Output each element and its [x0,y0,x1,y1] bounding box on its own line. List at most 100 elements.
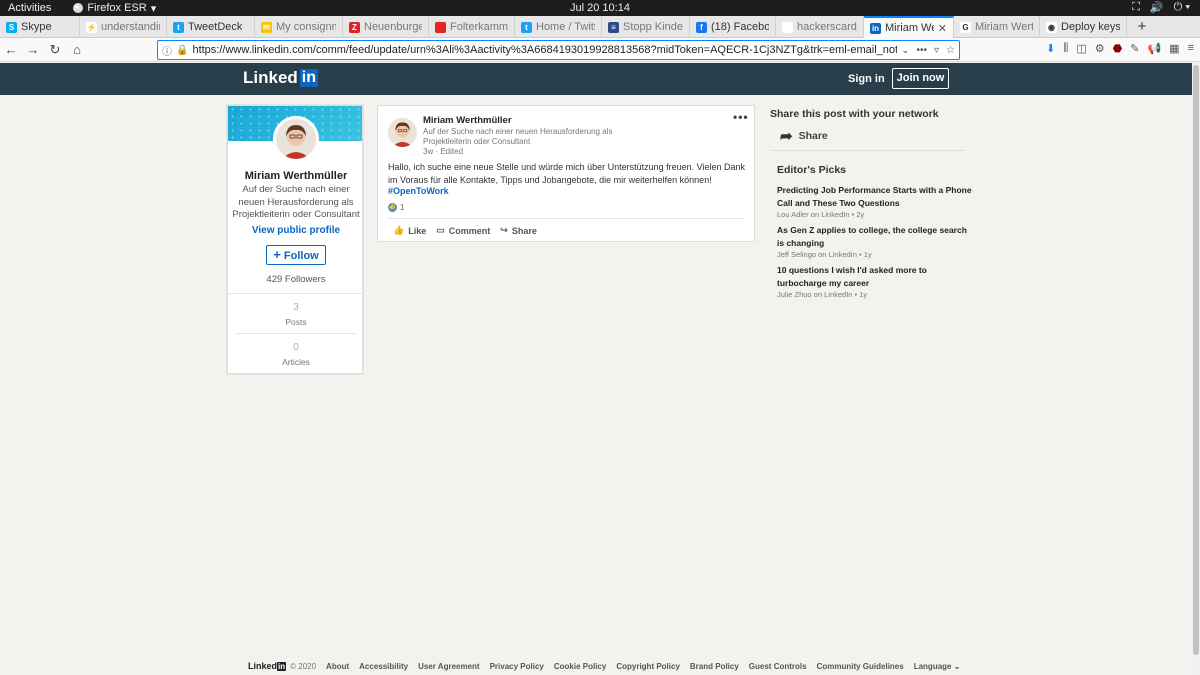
info-icon[interactable]: ⓘ [162,43,172,58]
comment-button[interactable]: ▭ Comment [436,225,490,236]
extension-puzzle-icon[interactable]: ▦ [1169,42,1179,55]
back-icon[interactable]: ← [0,42,22,57]
menu-icon[interactable]: ≡ [1188,42,1194,55]
post-hashtag[interactable]: #OpenToWork [388,186,449,196]
browser-tab[interactable]: in Miriam We ✕ [864,16,954,38]
url-text[interactable]: https://www.linkedin.com/comm/feed/updat… [192,44,897,56]
tab-title: My consignme [276,21,336,33]
tab-title: Folterkammer [450,21,508,33]
browser-tab[interactable]: G Miriam Werth [954,16,1040,38]
page-scrollbar[interactable] [1192,63,1200,675]
tab-title: Deploy keys [1061,21,1120,33]
browser-tab[interactable]: t TweetDeck [167,16,255,38]
share-button[interactable]: ↪ Share [500,225,537,236]
close-tab-icon[interactable]: ✕ [938,22,947,35]
reactions-count[interactable]: 👍 1 [388,203,404,212]
tab-favicon-icon: S [6,21,17,33]
downloads-icon[interactable]: ⬇ [1046,42,1055,55]
footer-link-user-agreement[interactable]: User Agreement [418,662,480,671]
tab-favicon-icon [782,21,793,33]
tab-favicon-icon: t [173,21,184,33]
articles-label[interactable]: Articles [228,357,364,367]
new-tab-button[interactable]: + [1127,16,1157,37]
tab-favicon-icon: t [521,21,532,33]
browser-tab[interactable]: t Home / Twitte [515,16,602,38]
chevron-down-icon[interactable]: ⌄ [901,45,909,56]
share-arrow-icon: ➦ [780,128,793,145]
browser-tab[interactable]: ⚡ understanding [80,16,167,38]
share-post-button[interactable]: ➦ Share [780,127,828,145]
tab-favicon-icon: f [696,21,707,33]
sign-in-link[interactable]: Sign in [848,73,885,85]
tab-favicon-icon [435,21,446,33]
browser-tab[interactable]: ◉ Deploy keys [1040,16,1127,38]
follow-button[interactable]: + Follow [266,245,326,265]
editors-pick-title[interactable]: As Gen Z applies to college, the college… [777,224,972,249]
more-options-icon[interactable]: ••• [733,110,749,124]
view-public-profile-link[interactable]: View public profile [228,225,364,236]
reload-icon[interactable]: ↻ [44,42,66,58]
tab-title: TweetDeck [188,21,243,33]
system-top-bar: Activities Firefox ESR ▾ Jul 20 10:14 ⛶ … [0,0,1200,16]
footer-link-brand-policy[interactable]: Brand Policy [690,662,739,671]
extension-icon[interactable]: ⚙ [1095,42,1105,55]
browser-tab[interactable]: hackerscardgame [776,16,864,38]
footer-link-community-guidelines[interactable]: Community Guidelines [817,662,904,671]
browser-tab[interactable]: Z Neuenburgers [343,16,429,38]
home-icon[interactable]: ⌂ [66,42,88,57]
sidebar-icon[interactable]: ◫ [1076,42,1086,55]
system-tray[interactable]: ⛶ 🔊 ⏻ ▾ [1132,1,1190,14]
avatar[interactable] [273,116,319,162]
browser-tab[interactable]: Folterkammer [429,16,515,38]
extension-pen-icon[interactable]: ✎ [1130,42,1139,55]
scrollbar-thumb[interactable] [1193,65,1199,655]
browser-tab[interactable]: ≡ Stopp Kinderp [602,16,690,38]
posts-label[interactable]: Posts [228,317,364,327]
firefox-icon [73,3,84,13]
editors-pick-title[interactable]: 10 questions I wish I'd asked more to tu… [777,264,972,289]
footer-link-cookie-policy[interactable]: Cookie Policy [554,662,606,671]
language-selector[interactable]: Language ⌄ [914,662,961,671]
tab-title: hackerscardgame [797,21,857,33]
post-author-name[interactable]: Miriam Werthmüller [423,115,512,126]
forward-icon[interactable]: → [22,42,44,57]
plus-icon: + [273,247,281,262]
clock[interactable]: Jul 20 10:14 [570,2,630,14]
like-button[interactable]: 👍 Like [393,225,426,236]
tab-title: Miriam We [885,22,934,34]
join-now-button[interactable]: Join now [892,68,949,89]
library-icon[interactable]: ⫼ [1063,42,1068,55]
post-author-avatar[interactable] [388,118,417,147]
browser-tab[interactable]: S Skype [0,16,80,38]
footer-link-accessibility[interactable]: Accessibility [359,662,408,671]
footer-link-privacy-policy[interactable]: Privacy Policy [490,662,544,671]
chevron-down-icon: ▾ [150,2,157,15]
linkedin-header: Linked in Sign in Join now [0,63,1192,95]
tab-favicon-icon: in [870,22,881,34]
posts-count[interactable]: 3 [228,302,364,313]
footer-link-copyright-policy[interactable]: Copyright Policy [616,662,680,671]
linkedin-logo[interactable]: Linked in [243,68,319,88]
lock-icon[interactable]: 🔒 [176,45,188,56]
footer-link-about[interactable]: About [326,662,349,671]
divider [236,333,356,334]
comment-icon: ▭ [436,225,445,235]
app-menu[interactable]: Firefox ESR ▾ [73,2,156,15]
browser-tab[interactable]: f (18) Facebook [690,16,776,38]
ublock-icon[interactable]: ⬣ [1113,42,1123,55]
profile-headline: Auf der Suche nach einer neuen Herausfor… [232,184,360,220]
articles-count[interactable]: 0 [228,342,364,353]
bookmark-star-icon[interactable]: ☆ [946,45,955,56]
extension-megaphone-icon[interactable]: 📢 [1147,42,1161,55]
url-bar[interactable]: ⓘ 🔒 https://www.linkedin.com/comm/feed/u… [157,40,960,60]
share-section-title: Share this post with your network [770,108,939,120]
page-actions-icon[interactable]: ••• [916,45,927,56]
activities-button[interactable]: Activities [0,2,59,14]
editors-pick-title[interactable]: Predicting Job Performance Starts with a… [777,184,972,209]
footer-logo[interactable]: Linkedin [248,661,287,671]
pocket-icon[interactable]: ▿ [934,45,939,56]
browser-tab[interactable]: ✉ My consignme [255,16,343,38]
profile-card: Miriam Werthmüller Auf der Suche nach ei… [227,105,364,374]
footer-link-guest-controls[interactable]: Guest Controls [749,662,807,671]
network-icon: ⛶ [1132,1,1140,13]
